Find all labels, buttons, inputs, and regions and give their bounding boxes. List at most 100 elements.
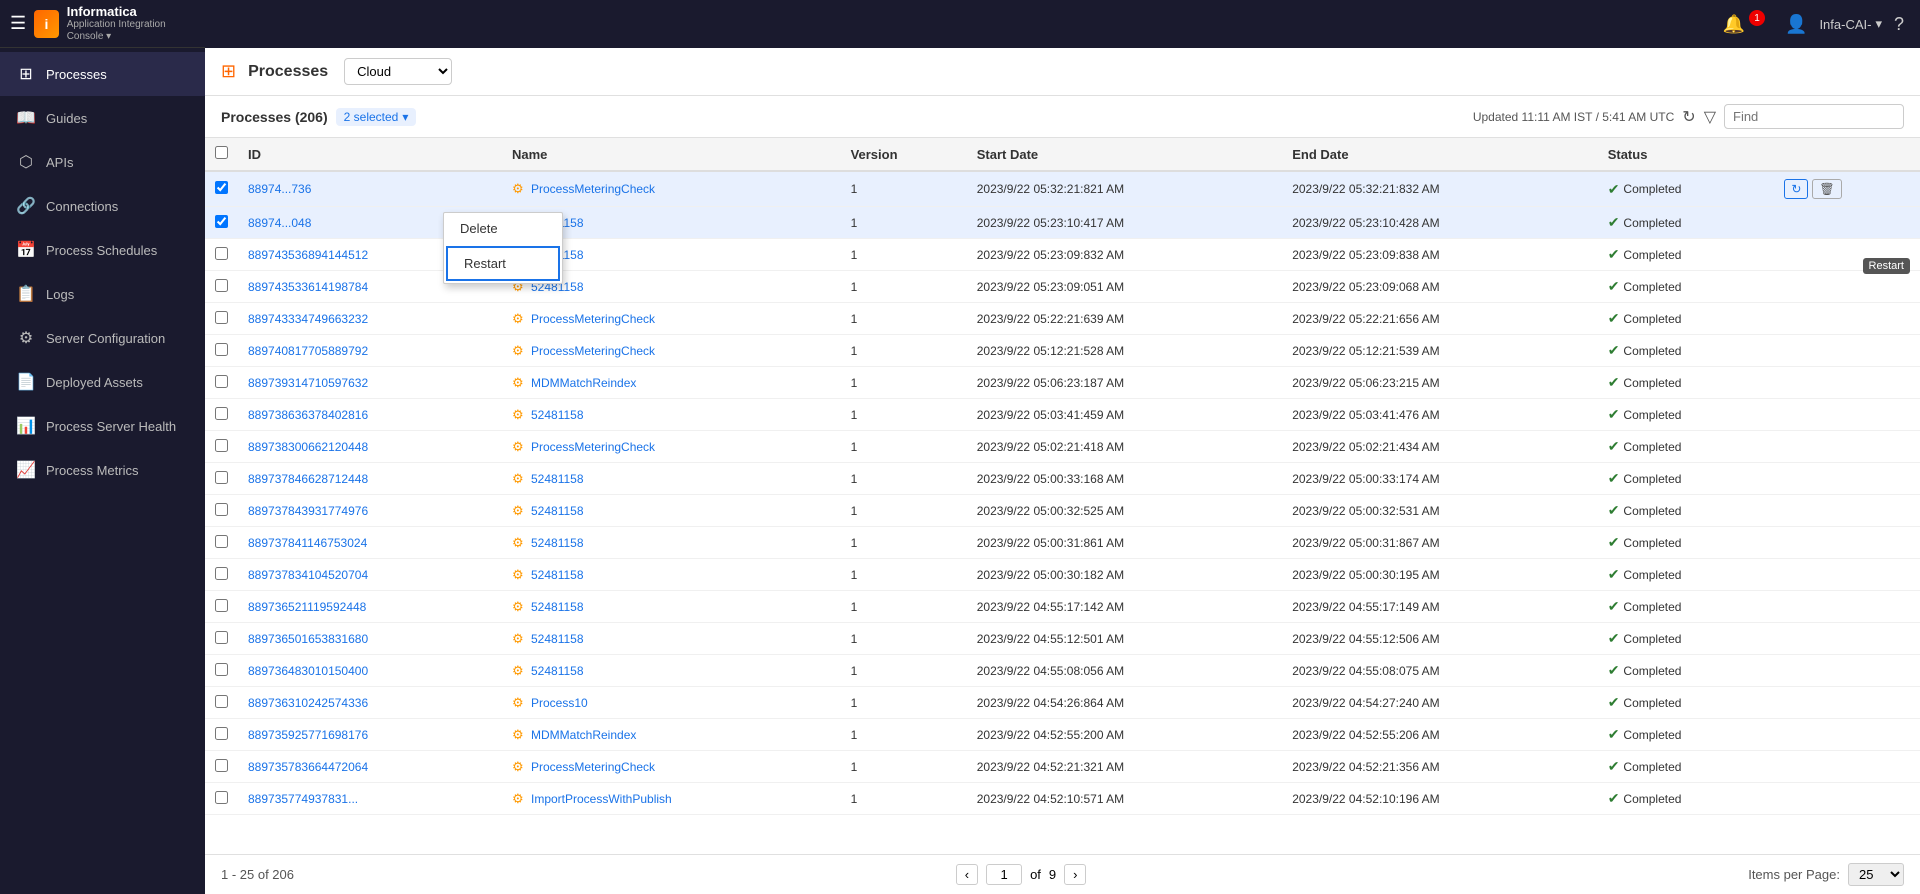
row-checkbox[interactable] (215, 503, 228, 516)
process-id-link[interactable]: 889737843931774976 (248, 504, 368, 518)
process-name-link[interactable]: MDMMatchReindex (531, 376, 636, 390)
process-name-link[interactable]: ProcessMeteringCheck (531, 760, 655, 774)
row-checkbox[interactable] (215, 311, 228, 324)
process-name-link[interactable]: 52481158 (531, 504, 584, 518)
row-checkbox-cell[interactable] (205, 207, 238, 239)
prev-page-button[interactable]: ‹ (956, 864, 978, 885)
hamburger-icon[interactable]: ☰ (10, 13, 26, 34)
row-checkbox-cell[interactable] (205, 687, 238, 719)
row-checkbox[interactable] (215, 247, 228, 260)
row-checkbox[interactable] (215, 759, 228, 772)
process-id-link[interactable]: 889737841146753024 (248, 536, 367, 550)
selected-badge[interactable]: 2 selected ▾ (336, 108, 417, 126)
process-id-link[interactable]: 889743334749663232 (248, 312, 368, 326)
row-checkbox[interactable] (215, 631, 228, 644)
row-checkbox-cell[interactable] (205, 623, 238, 655)
process-id-link[interactable]: 889738300662120448 (248, 440, 368, 454)
row-checkbox-cell[interactable] (205, 655, 238, 687)
sidebar-item-apis[interactable]: ⬡ APIs (0, 140, 205, 184)
row-checkbox-cell[interactable] (205, 431, 238, 463)
process-id-link[interactable]: 889743536894144512 (248, 248, 368, 262)
topbar-user[interactable]: Infa-CAI- ▾ (1819, 16, 1882, 32)
notification-icon[interactable]: 🔔 (1723, 14, 1745, 35)
row-checkbox-cell[interactable] (205, 271, 238, 303)
row-checkbox[interactable] (215, 695, 228, 708)
help-icon[interactable]: ? (1894, 14, 1904, 35)
row-checkbox[interactable] (215, 567, 228, 580)
sidebar-item-process-server-health[interactable]: 📊 Process Server Health (0, 404, 205, 448)
process-name-link[interactable]: ProcessMeteringCheck (531, 312, 655, 326)
row-checkbox[interactable] (215, 343, 228, 356)
cloud-select[interactable]: CloudOn-Premise (344, 58, 452, 85)
sidebar-item-processes[interactable]: ⊞ Processes (0, 52, 205, 96)
process-name-link[interactable]: 52481158 (531, 568, 584, 582)
row-checkbox-cell[interactable] (205, 463, 238, 495)
sidebar-item-guides[interactable]: 📖 Guides (0, 96, 205, 140)
context-menu-restart[interactable]: Restart (446, 246, 560, 281)
sidebar-item-deployed-assets[interactable]: 📄 Deployed Assets (0, 360, 205, 404)
process-name-link[interactable]: 52481158 (531, 408, 584, 422)
row-checkbox[interactable] (215, 471, 228, 484)
process-id-link[interactable]: 889739314710597632 (248, 376, 368, 390)
process-name-link[interactable]: ImportProcessWithPublish (531, 792, 672, 806)
process-id-link[interactable]: 889736501653831680 (248, 632, 368, 646)
process-id-link[interactable]: 889735783664472064 (248, 760, 368, 774)
process-name-link[interactable]: 52481158 (531, 632, 584, 646)
sidebar-item-logs[interactable]: 📋 Logs (0, 272, 205, 316)
row-checkbox[interactable] (215, 215, 228, 228)
row-checkbox-cell[interactable] (205, 495, 238, 527)
process-id-link[interactable]: 889735925771698176 (248, 728, 368, 742)
process-id-link[interactable]: 88974...736 (248, 182, 311, 196)
items-per-page-select[interactable]: 102550100 (1848, 863, 1904, 886)
row-checkbox[interactable] (215, 791, 228, 804)
row-checkbox-cell[interactable] (205, 559, 238, 591)
row-checkbox[interactable] (215, 663, 228, 676)
row-checkbox-cell[interactable] (205, 719, 238, 751)
row-checkbox[interactable] (215, 279, 228, 292)
context-menu-delete[interactable]: Delete (444, 213, 562, 244)
row-checkbox-cell[interactable] (205, 591, 238, 623)
process-id-link[interactable]: 889736483010150400 (248, 664, 368, 678)
row-checkbox-cell[interactable] (205, 239, 238, 271)
row-checkbox-cell[interactable] (205, 303, 238, 335)
process-name-link[interactable]: 52481158 (531, 536, 584, 550)
refresh-icon[interactable]: ↻ (1682, 107, 1695, 127)
process-id-link[interactable]: 889740817705889792 (248, 344, 368, 358)
process-id-link[interactable]: 889743533614198784 (248, 280, 368, 294)
process-name-link[interactable]: ProcessMeteringCheck (531, 440, 655, 454)
process-id-link[interactable]: 889736310242574336 (248, 696, 368, 710)
row-checkbox-cell[interactable] (205, 171, 238, 207)
process-name-link[interactable]: 52481158 (531, 664, 584, 678)
restart-action-button[interactable]: ↻ (1784, 179, 1808, 199)
header-checkbox[interactable] (205, 138, 238, 171)
process-name-link[interactable]: ProcessMeteringCheck (531, 344, 655, 358)
row-checkbox[interactable] (215, 599, 228, 612)
row-checkbox-cell[interactable] (205, 399, 238, 431)
process-id-link[interactable]: 889738636378402816 (248, 408, 368, 422)
sidebar-item-process-metrics[interactable]: 📈 Process Metrics (0, 448, 205, 492)
row-checkbox-cell[interactable] (205, 783, 238, 815)
row-checkbox-cell[interactable] (205, 335, 238, 367)
process-id-link[interactable]: 889735774937831... (248, 792, 358, 806)
next-page-button[interactable]: › (1064, 864, 1086, 885)
delete-action-button[interactable]: 🗑 (1812, 179, 1841, 199)
user-icon[interactable]: 👤 (1785, 14, 1807, 35)
process-id-link[interactable]: 889736521119592448 (248, 600, 366, 614)
row-checkbox[interactable] (215, 727, 228, 740)
page-input[interactable] (986, 864, 1022, 885)
row-checkbox[interactable] (215, 439, 228, 452)
process-id-link[interactable]: 88974...048 (248, 216, 311, 230)
select-all-checkbox[interactable] (215, 146, 228, 159)
process-name-link[interactable]: ProcessMeteringCheck (531, 182, 655, 196)
process-name-link[interactable]: 52481158 (531, 600, 584, 614)
process-id-link[interactable]: 889737846628712448 (248, 472, 368, 486)
row-checkbox-cell[interactable] (205, 367, 238, 399)
process-id-link[interactable]: 889737834104520704 (248, 568, 368, 582)
row-checkbox-cell[interactable] (205, 751, 238, 783)
row-checkbox-cell[interactable] (205, 527, 238, 559)
process-name-link[interactable]: MDMMatchReindex (531, 728, 636, 742)
find-input[interactable] (1724, 104, 1904, 129)
row-checkbox[interactable] (215, 181, 228, 194)
row-checkbox[interactable] (215, 535, 228, 548)
sidebar-item-process-schedules[interactable]: 📅 Process Schedules (0, 228, 205, 272)
